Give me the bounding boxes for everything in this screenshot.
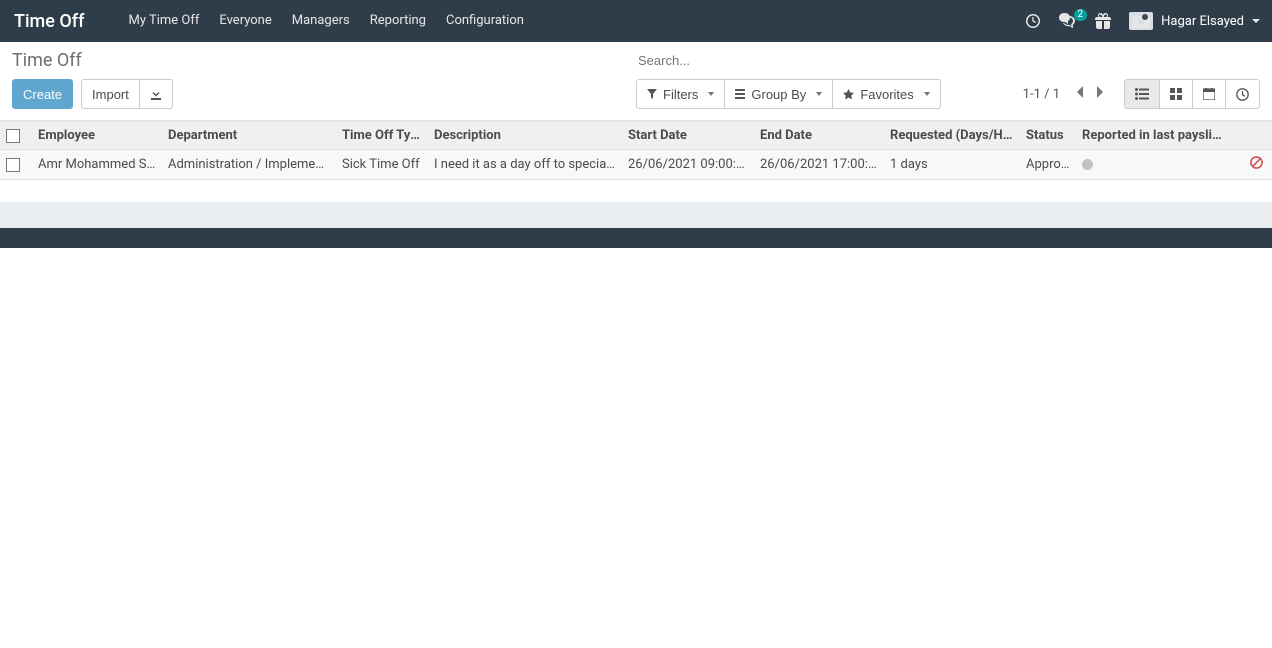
cell-department: Administration / Implementation	[162, 150, 336, 180]
user-name: Hagar Elsayed	[1161, 14, 1244, 29]
star-icon	[843, 89, 854, 100]
nav-everyone[interactable]: Everyone	[209, 0, 281, 42]
funnel-icon	[647, 89, 657, 99]
control-panel: Time Off Create Import Filters	[0, 42, 1272, 121]
caret-down-icon	[708, 92, 714, 96]
caret-down-icon	[816, 92, 822, 96]
nav-menus: My Time Off Everyone Managers Reporting …	[118, 0, 533, 42]
activity-view-icon	[1236, 88, 1249, 101]
status-dot-icon	[1082, 159, 1093, 170]
view-activity-button[interactable]	[1225, 79, 1260, 109]
group-by-label: Group By	[751, 87, 806, 102]
pager-value[interactable]: 1-1 / 1	[1023, 87, 1060, 102]
col-start[interactable]: Start Date	[622, 122, 754, 150]
chevron-left-icon	[1076, 86, 1084, 98]
nav-configuration[interactable]: Configuration	[436, 0, 534, 42]
col-actions	[1244, 122, 1272, 150]
caret-down-icon	[1252, 19, 1260, 23]
cell-employee: Amr Mohammed Sayed	[32, 150, 162, 180]
top-navbar: Time Off My Time Off Everyone Managers R…	[0, 0, 1272, 42]
app-brand[interactable]: Time Off	[14, 11, 84, 32]
filters-button[interactable]: Filters	[636, 79, 725, 109]
group-by-button[interactable]: Group By	[724, 79, 833, 109]
col-employee[interactable]: Employee	[32, 122, 162, 150]
view-kanban-button[interactable]	[1159, 79, 1193, 109]
col-department[interactable]: Department	[162, 122, 336, 150]
footer-gray-band	[0, 202, 1272, 228]
user-menu[interactable]: Hagar Elsayed	[1129, 12, 1260, 30]
cell-type: Sick Time Off	[336, 150, 428, 180]
col-status[interactable]: Status	[1020, 122, 1076, 150]
nav-reporting[interactable]: Reporting	[360, 0, 436, 42]
download-icon	[150, 88, 162, 100]
checkbox-icon[interactable]	[6, 129, 20, 143]
pager-next[interactable]	[1090, 80, 1110, 108]
favorites-button[interactable]: Favorites	[832, 79, 940, 109]
chevron-right-icon	[1096, 86, 1104, 98]
create-button[interactable]: Create	[12, 79, 73, 109]
cell-end: 26/06/2021 17:00:00	[754, 150, 884, 180]
breadcrumb: Time Off	[0, 42, 636, 78]
col-description[interactable]: Description	[428, 122, 622, 150]
download-button[interactable]	[139, 79, 173, 109]
footer-dark-band	[0, 228, 1272, 248]
table-header-row: Employee Department Time Off Type Descri…	[0, 122, 1272, 150]
cell-status: Approved	[1020, 150, 1076, 180]
list-icon	[735, 89, 745, 99]
search-area	[636, 42, 1272, 78]
search-input[interactable]	[636, 47, 1256, 74]
filters-label: Filters	[663, 87, 698, 102]
activity-icon[interactable]	[1025, 13, 1041, 29]
avatar	[1129, 12, 1153, 30]
pager: 1-1 / 1	[1023, 80, 1110, 108]
navbar-right: 2 Hagar Elsayed	[1025, 12, 1260, 30]
giftbox-icon[interactable]	[1095, 13, 1111, 29]
col-end[interactable]: End Date	[754, 122, 884, 150]
view-list-button[interactable]	[1124, 79, 1160, 109]
favorites-label: Favorites	[860, 87, 913, 102]
kanban-view-icon	[1170, 88, 1182, 100]
caret-down-icon	[924, 92, 930, 96]
messaging-icon[interactable]: 2	[1059, 13, 1077, 29]
time-off-table: Employee Department Time Off Type Descri…	[0, 121, 1272, 180]
cell-requested: 1 days	[884, 150, 1020, 180]
nav-my-time-off[interactable]: My Time Off	[118, 0, 209, 42]
cell-start: 26/06/2021 09:00:00	[622, 150, 754, 180]
col-spacer	[1228, 122, 1244, 150]
cell-reported	[1076, 150, 1228, 180]
view-calendar-button[interactable]	[1192, 79, 1226, 109]
pager-prev[interactable]	[1070, 80, 1090, 108]
col-reported[interactable]: Reported in last payslips	[1076, 122, 1228, 150]
list-view-icon	[1135, 88, 1149, 100]
nav-managers[interactable]: Managers	[282, 0, 360, 42]
import-button[interactable]: Import	[81, 79, 140, 109]
calendar-view-icon	[1203, 88, 1215, 100]
col-type[interactable]: Time Off Type	[336, 122, 428, 150]
col-requested[interactable]: Requested (Days/Hours)	[884, 122, 1020, 150]
cancel-icon	[1250, 156, 1263, 169]
messaging-badge: 2	[1074, 9, 1088, 21]
row-checkbox[interactable]	[6, 158, 20, 172]
row-cancel-button[interactable]	[1244, 150, 1272, 180]
table-row[interactable]: Amr Mohammed Sayed Administration / Impl…	[0, 150, 1272, 180]
cell-description: I need it as a day off to special thing	[428, 150, 622, 180]
col-checkbox[interactable]	[0, 122, 32, 150]
